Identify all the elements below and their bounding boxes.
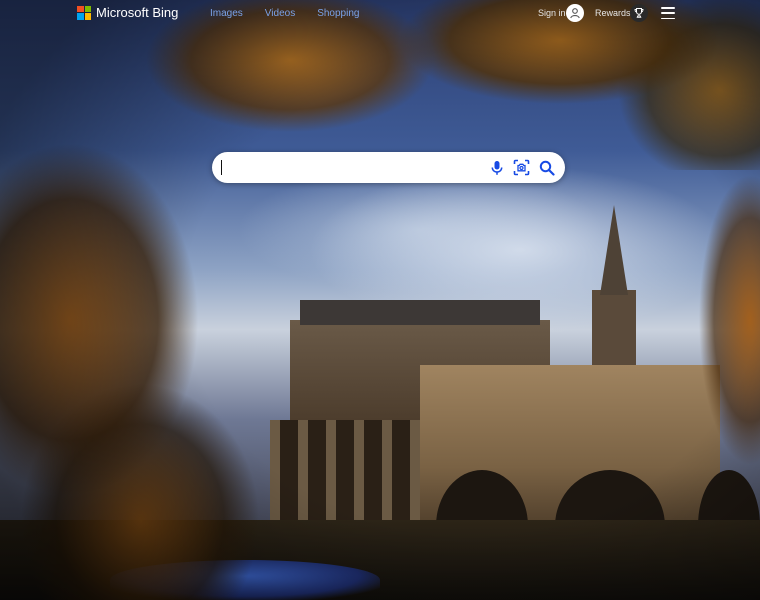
- microphone-icon: [491, 160, 502, 175]
- avatar[interactable]: [566, 4, 584, 22]
- hamburger-menu-icon: [661, 12, 675, 14]
- hamburger-menu-button[interactable]: [661, 7, 675, 19]
- search-tools: [488, 159, 555, 176]
- rewards-badge[interactable]: [630, 4, 648, 22]
- hamburger-menu-icon: [661, 17, 675, 19]
- brand-name: Microsoft Bing: [96, 5, 179, 20]
- hamburger-menu-icon: [661, 7, 675, 9]
- background-image: [0, 0, 760, 600]
- nav-item-shopping[interactable]: Shopping: [317, 8, 359, 19]
- visual-search-button[interactable]: [513, 159, 530, 176]
- nav-item-images[interactable]: Images: [210, 8, 243, 19]
- signin-link[interactable]: Sign in: [538, 8, 566, 18]
- logo-square: [84, 13, 91, 20]
- trophy-icon: [634, 8, 644, 18]
- nav-item-videos[interactable]: Videos: [265, 8, 295, 19]
- top-nav: Images Videos Shopping: [210, 8, 359, 19]
- microsoft-logo-icon: [77, 5, 91, 20]
- logo-square: [77, 5, 84, 12]
- logo-square: [84, 5, 91, 12]
- logo-square: [77, 13, 84, 20]
- bing-logo-link[interactable]: Microsoft Bing: [77, 5, 178, 20]
- search-input[interactable]: [226, 158, 486, 177]
- visual-search-icon: [513, 159, 530, 176]
- search-icon: [539, 160, 555, 176]
- text-caret: [221, 160, 222, 175]
- vignette: [0, 0, 760, 600]
- voice-search-button[interactable]: [488, 159, 505, 176]
- rewards-link[interactable]: Rewards: [595, 8, 631, 18]
- header: Microsoft Bing Images Videos Shopping Si…: [0, 0, 760, 28]
- search-button[interactable]: [538, 159, 555, 176]
- search-box: [212, 152, 565, 183]
- user-icon: [570, 8, 580, 19]
